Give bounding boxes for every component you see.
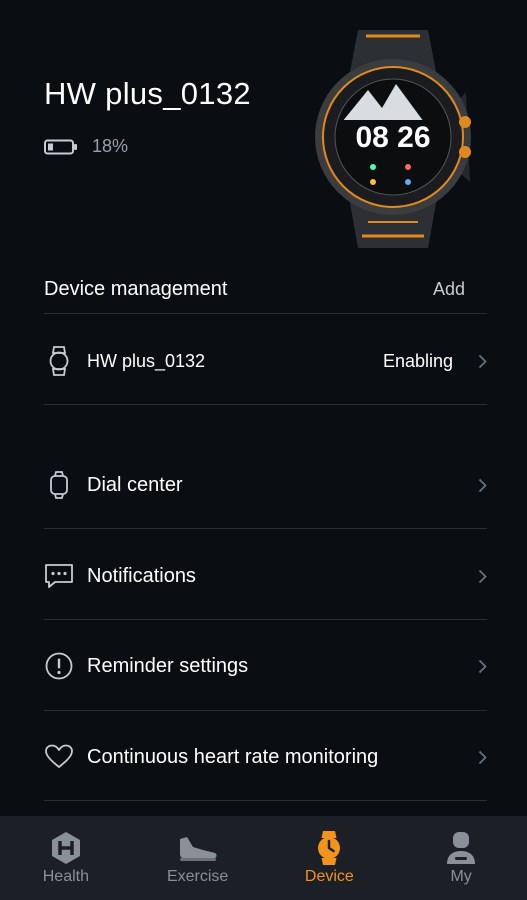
battery-icon [44,139,77,154]
menu-item-notifications[interactable]: Notifications [44,553,487,599]
chevron-right-icon [475,659,487,674]
divider [44,404,487,405]
tab-device[interactable]: Device [264,816,396,900]
person-icon [445,830,477,866]
divider [44,710,487,711]
shoe-icon [177,830,219,866]
device-management-title: Device management [44,277,228,300]
tab-label: My [450,868,472,885]
chevron-right-icon [475,478,487,493]
divider [44,313,487,314]
alert-icon [44,652,74,680]
add-device-button[interactable]: Add [433,279,465,300]
divider [44,800,487,801]
tab-exercise[interactable]: Exercise [132,816,264,900]
tab-my[interactable]: My [395,816,527,900]
menu-item-label: Notifications [87,564,196,587]
message-icon [44,563,74,589]
device-title: HW plus_0132 [44,76,251,111]
device-management-header: Device management Add [44,266,487,312]
divider [44,528,487,529]
heart-icon [44,744,74,770]
tab-label: Exercise [166,868,229,885]
paired-device-row[interactable]: HW plus_0132 Enabling [44,338,487,384]
paired-device-status: Enabling [382,350,453,371]
watch-icon [314,830,344,866]
menu-item-dial-center[interactable]: Dial center [44,462,487,508]
bottom-tab-bar: Health Exercise Device My [0,816,527,900]
menu-item-label: Dial center [87,473,183,496]
menu-item-label: Continuous heart rate monitoring [87,745,379,768]
chevron-right-icon [475,750,487,765]
menu-item-reminder-settings[interactable]: Reminder settings [44,643,487,689]
health-icon [48,830,84,866]
chevron-right-icon [475,569,487,584]
watch-icon [44,346,74,376]
paired-device-name: HW plus_0132 [87,350,206,371]
battery-percent: 18% [92,136,129,156]
menu-item-label: Reminder settings [87,654,249,677]
watch-icon [44,471,74,499]
divider [44,619,487,620]
battery-status: 18% [44,136,128,157]
chevron-right-icon [475,354,487,369]
tab-health[interactable]: Health [0,816,132,900]
menu-item-heart-rate[interactable]: Continuous heart rate monitoring [44,734,487,780]
tab-label: Device [304,868,354,885]
svg-text:08 26: 08 26 [355,121,430,154]
watch-image: 08 26 [315,30,471,248]
device-header: HW plus_0132 18% 08 26 [0,0,527,260]
tab-label: Health [42,868,89,885]
